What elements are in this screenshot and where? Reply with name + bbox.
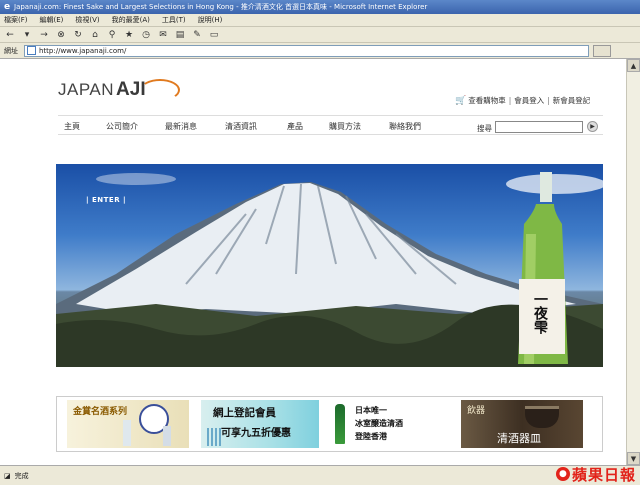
banner-ware-main: 清酒器皿 bbox=[497, 432, 541, 445]
menu-view[interactable]: 檢視(V) bbox=[75, 15, 99, 25]
banner-member-line2: 可享九五折優惠 bbox=[221, 428, 291, 439]
page-content: JAPAN AJI 🛒 查看購物車 | 會員登入 | 新會員登記 主頁 公司簡介… bbox=[0, 59, 626, 465]
logo-arc-icon bbox=[140, 79, 180, 101]
menu-edit[interactable]: 編輯(E) bbox=[40, 15, 64, 25]
back-icon[interactable]: ← bbox=[4, 29, 16, 41]
history-icon[interactable]: ◷ bbox=[140, 29, 152, 41]
go-button[interactable] bbox=[593, 44, 611, 57]
enter-link[interactable]: | ENTER | bbox=[86, 196, 126, 204]
browser-toolbar: ← ▾ → ⊗ ↻ ⌂ ⚲ ★ ◷ ✉ ▤ ✎ ▭ bbox=[0, 27, 640, 43]
menu-help[interactable]: 說明(H) bbox=[198, 15, 223, 25]
home-icon[interactable]: ⌂ bbox=[89, 29, 101, 41]
window-title: Japanaji.com: Finest Sake and Largest Se… bbox=[14, 3, 428, 11]
nav-about[interactable]: 公司簡介 bbox=[106, 121, 138, 132]
vertical-scrollbar[interactable]: ▲ ▼ bbox=[626, 59, 640, 465]
promo-banners: 金賞名酒系列 網上登記會員 可享九五折優惠 日本唯一 冰室醸造清酒 登陸香港 飲… bbox=[56, 396, 603, 452]
nav-contact[interactable]: 聯絡我們 bbox=[389, 121, 421, 132]
forward-icon[interactable]: → bbox=[38, 29, 50, 41]
search-icon[interactable]: ⚲ bbox=[106, 29, 118, 41]
bottle-icon bbox=[123, 420, 131, 446]
logo-japan: JAPAN bbox=[58, 80, 115, 99]
banner-ice-line1: 日本唯一 bbox=[355, 406, 387, 415]
status-text: 完成 bbox=[14, 471, 29, 480]
page-icon bbox=[27, 46, 36, 55]
banner-ice-brewed[interactable]: 日本唯一 冰室醸造清酒 登陸香港 bbox=[327, 400, 447, 448]
sake-cup-icon bbox=[525, 406, 559, 428]
search-go-icon[interactable]: ▶ bbox=[587, 121, 598, 132]
banner-sake-ware[interactable]: 飲器 清酒器皿 bbox=[461, 400, 583, 448]
bottle-icon bbox=[335, 404, 345, 444]
discuss-icon[interactable]: ▭ bbox=[208, 29, 220, 41]
hero-banner[interactable]: | ENTER | 一夜雫 bbox=[56, 164, 603, 367]
banner-ware-top: 飲器 bbox=[467, 406, 486, 416]
banner-ice-line2: 冰室醸造清酒 bbox=[355, 419, 403, 428]
banner-gold-award-title: 金賞名酒系列 bbox=[73, 407, 128, 417]
view-cart-link[interactable]: 查看購物車 bbox=[468, 95, 506, 106]
menu-file[interactable]: 檔案(F) bbox=[4, 15, 28, 25]
stop-icon[interactable]: ⊗ bbox=[55, 29, 67, 41]
decor-bars-icon bbox=[207, 428, 221, 446]
member-login-link[interactable]: 會員登入 bbox=[514, 95, 544, 106]
watermark-text: 蘋果日報 bbox=[571, 465, 636, 484]
status-icon: ◪ bbox=[4, 471, 11, 480]
nav-news[interactable]: 最新消息 bbox=[165, 121, 197, 132]
register-link[interactable]: 新會員登記 bbox=[553, 95, 591, 106]
address-url: http://www.japanaji.com/ bbox=[39, 46, 127, 55]
favorites-icon[interactable]: ★ bbox=[123, 29, 135, 41]
top-links: 🛒 查看購物車 | 會員登入 | 新會員登記 bbox=[455, 95, 590, 106]
dropdown-icon[interactable]: ▾ bbox=[21, 29, 33, 41]
address-input[interactable]: http://www.japanaji.com/ bbox=[24, 44, 589, 57]
nav-home[interactable]: 主頁 bbox=[64, 121, 80, 132]
menu-bar: 檔案(F) 編輯(E) 檢視(V) 我的最愛(A) 工具(T) 說明(H) bbox=[0, 14, 640, 27]
nav-how-to-buy[interactable]: 購買方法 bbox=[329, 121, 361, 132]
search-label: 搜尋 bbox=[477, 124, 492, 133]
refresh-icon[interactable]: ↻ bbox=[72, 29, 84, 41]
banner-member-line1: 網上登記會員 bbox=[213, 407, 276, 419]
ie-icon: e bbox=[3, 2, 11, 12]
address-bar: 網址 http://www.japanaji.com/ bbox=[0, 43, 640, 59]
mountain-illustration bbox=[56, 172, 603, 367]
nav-products[interactable]: 產品 bbox=[287, 121, 303, 132]
cart-icon: 🛒 bbox=[455, 95, 467, 106]
banner-ice-line3: 登陸香港 bbox=[355, 432, 387, 441]
banner-member-discount[interactable]: 網上登記會員 可享九五折優惠 bbox=[201, 400, 319, 448]
site-logo[interactable]: JAPAN AJI bbox=[58, 71, 180, 109]
separator: | bbox=[547, 96, 550, 105]
apple-icon: ● bbox=[555, 467, 570, 481]
window-titlebar: e Japanaji.com: Finest Sake and Largest … bbox=[0, 0, 640, 14]
bottle-icon bbox=[163, 426, 171, 446]
edit-icon[interactable]: ✎ bbox=[191, 29, 203, 41]
banner-gold-award[interactable]: 金賞名酒系列 bbox=[67, 400, 189, 448]
menu-tools[interactable]: 工具(T) bbox=[162, 15, 186, 25]
scroll-up-icon[interactable]: ▲ bbox=[627, 59, 640, 72]
menu-favorites[interactable]: 我的最愛(A) bbox=[112, 15, 150, 25]
status-bar: ◪ 完成 bbox=[0, 465, 640, 485]
separator: | bbox=[508, 96, 512, 105]
site-search-input[interactable] bbox=[495, 121, 583, 133]
address-label: 網址 bbox=[4, 46, 18, 55]
mail-icon[interactable]: ✉ bbox=[157, 29, 169, 41]
bottle-label: 一夜雫 bbox=[532, 292, 548, 334]
newspaper-watermark: ● 蘋果日報 bbox=[555, 463, 636, 485]
nav-sake-info[interactable]: 清酒資訊 bbox=[225, 121, 257, 132]
print-icon[interactable]: ▤ bbox=[174, 29, 186, 41]
